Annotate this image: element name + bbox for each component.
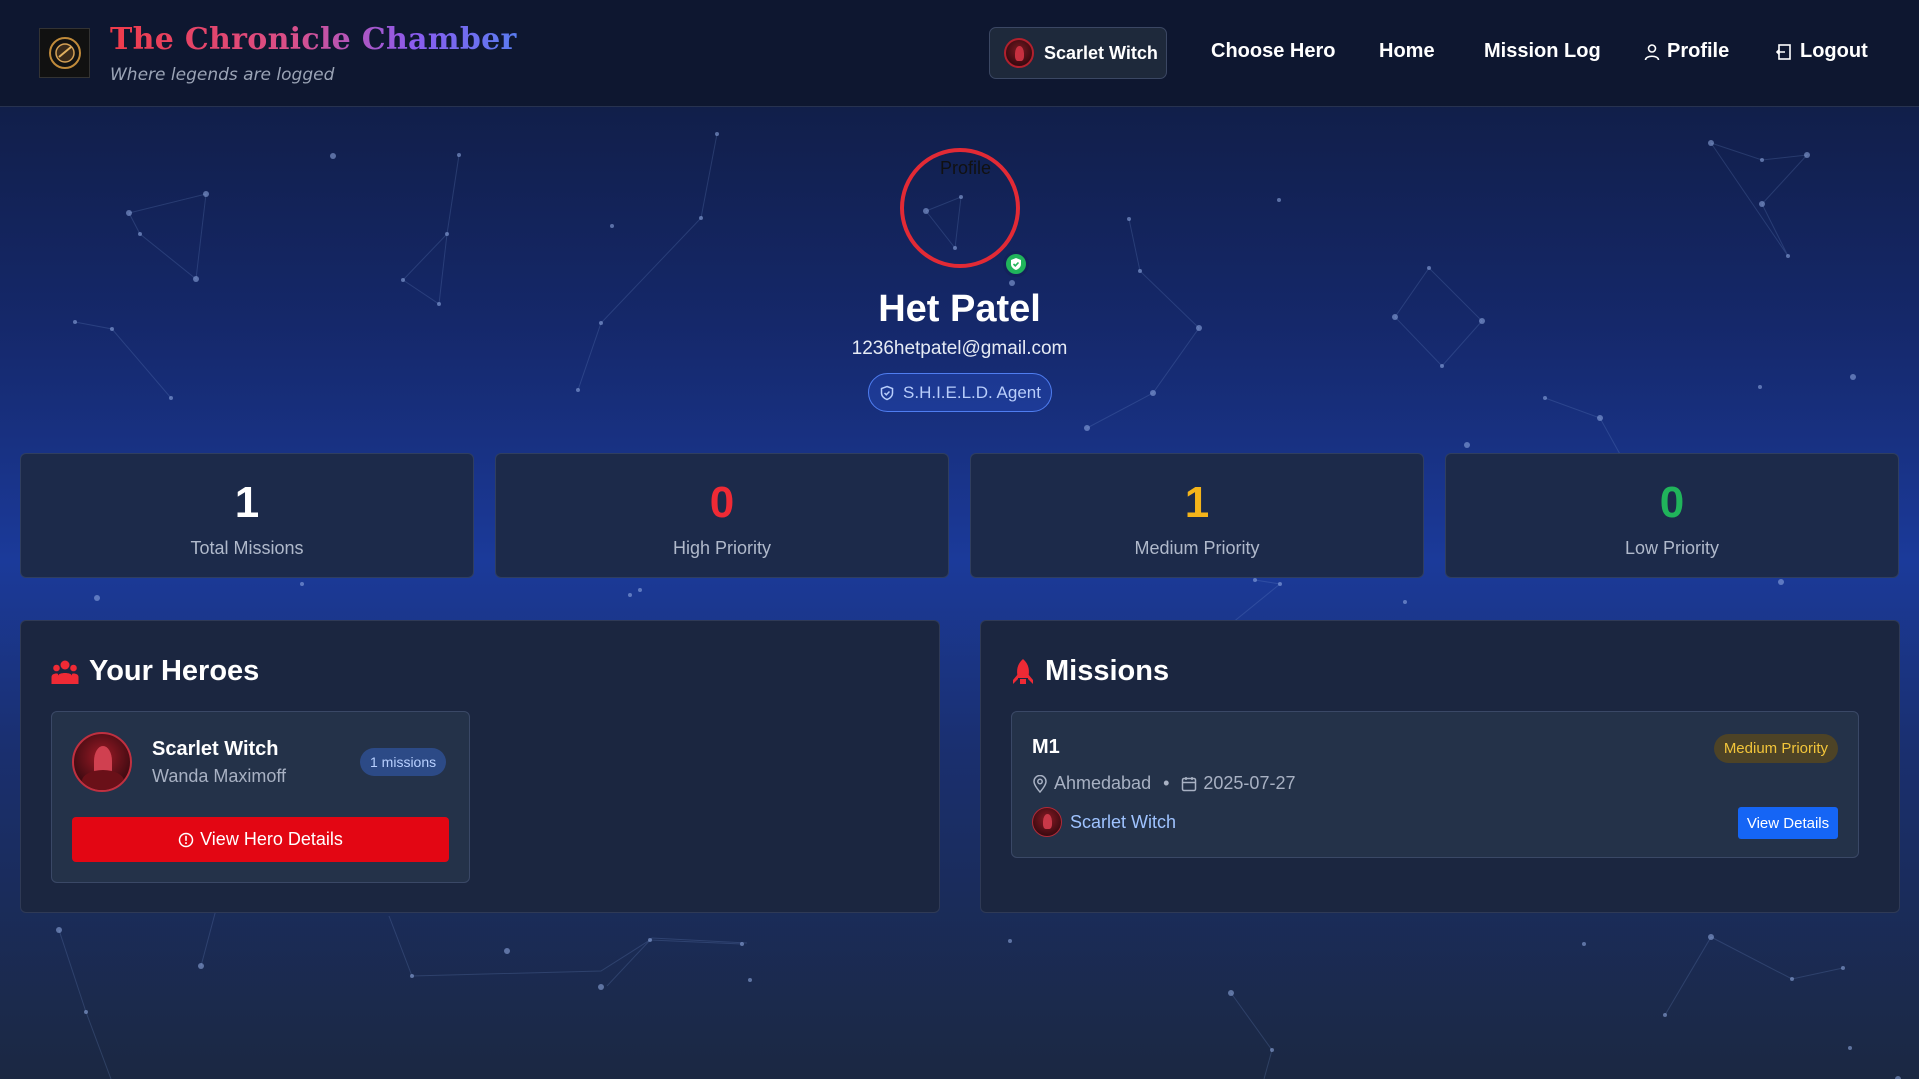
- nav-logout-label: Logout: [1800, 40, 1868, 62]
- active-hero-name: Scarlet Witch: [1044, 42, 1158, 63]
- stat-low-priority: 0 Low Priority: [1445, 453, 1899, 578]
- stat-label: High Priority: [672, 538, 772, 558]
- nav-home[interactable]: Home: [1379, 40, 1435, 63]
- active-hero-button[interactable]: Scarlet Witch: [989, 27, 1167, 79]
- top-navbar: The Chronicle Chamber Where legends are …: [0, 0, 1919, 107]
- mission-name: M1: [1032, 736, 1060, 758]
- priority-badge: Medium Priority: [1713, 734, 1838, 763]
- rocket-icon: [1013, 658, 1033, 684]
- brand-tagline: Where legends are logged: [110, 65, 335, 85]
- hero-card[interactable]: Scarlet Witch Wanda Maximoff 1 missions …: [51, 711, 470, 883]
- heroes-panel-title: Your Heroes: [51, 655, 259, 688]
- profile-name: Het Patel: [878, 288, 1041, 330]
- mission-date: 2025-07-27: [1203, 773, 1296, 793]
- stat-value: 0: [1659, 478, 1685, 527]
- stat-total-missions: 1 Total Missions: [20, 453, 474, 578]
- nav-choose-hero-label: Choose Hero: [1211, 40, 1336, 62]
- stat-label: Total Missions: [190, 538, 304, 558]
- logout-icon: [1776, 43, 1791, 60]
- heroes-panel: Your Heroes Scarlet Witch Wanda Maximoff…: [20, 620, 940, 913]
- brand-title[interactable]: The Chronicle Chamber: [110, 22, 517, 57]
- hero-missions-badge: 1 missions: [360, 748, 447, 776]
- hero-avatar: [1032, 807, 1062, 837]
- nav-profile[interactable]: Profile: [1643, 40, 1729, 63]
- stat-value: 1: [1184, 478, 1210, 527]
- heroes-panel-title-text: Your Heroes: [89, 655, 260, 687]
- stat-medium-priority: 1 Medium Priority: [970, 453, 1424, 578]
- emblem-icon: [48, 37, 81, 69]
- hero-avatar: [1004, 38, 1034, 68]
- meta-separator: •: [1163, 773, 1170, 793]
- nav-home-label: Home: [1379, 40, 1435, 62]
- hero-alias: Wanda Maximoff: [152, 766, 287, 786]
- stat-high-priority: 0 High Priority: [495, 453, 949, 578]
- users-icon: [51, 660, 79, 684]
- missions-panel: Missions M1 Medium Priority Ahmedabad • …: [980, 620, 1900, 913]
- profile-email: 1236hetpatel@gmail.com: [851, 338, 1068, 359]
- mission-hero[interactable]: Scarlet Witch: [1032, 807, 1176, 837]
- stat-label: Medium Priority: [1134, 538, 1260, 558]
- nav-logout[interactable]: Logout: [1776, 40, 1868, 63]
- mission-card[interactable]: M1 Medium Priority Ahmedabad • 2025-07-2…: [1011, 711, 1859, 858]
- user-icon: [1644, 43, 1660, 60]
- missions-panel-title: Missions: [1011, 655, 1169, 688]
- nav-choose-hero[interactable]: Choose Hero: [1211, 40, 1335, 63]
- verified-badge: [1003, 251, 1029, 277]
- profile-avatar-alt-text: Profile: [940, 158, 992, 178]
- nav-mission-log-label: Mission Log: [1484, 40, 1601, 62]
- nav-mission-log[interactable]: Mission Log: [1484, 40, 1601, 63]
- nav-profile-label: Profile: [1667, 40, 1730, 62]
- role-label: S.H.I.E.L.D. Agent: [903, 382, 1041, 402]
- hero-name: Scarlet Witch: [152, 738, 279, 760]
- calendar-icon: [1182, 776, 1197, 791]
- hero-avatar: [72, 732, 132, 792]
- stat-value: 0: [709, 478, 735, 527]
- stat-value: 1: [234, 478, 260, 527]
- brand-logo[interactable]: [39, 28, 90, 78]
- role-badge: S.H.I.E.L.D. Agent: [868, 373, 1052, 412]
- stat-label: Low Priority: [1624, 538, 1720, 558]
- map-pin-icon: [1033, 774, 1047, 793]
- missions-panel-title-text: Missions: [1045, 655, 1170, 687]
- mission-hero-name: Scarlet Witch: [1070, 811, 1177, 832]
- view-details-button[interactable]: View Details: [1738, 807, 1838, 839]
- view-hero-details-label: View Hero Details: [200, 829, 343, 849]
- view-hero-details-button[interactable]: View Hero Details: [72, 817, 449, 862]
- shield-check-icon: [1011, 258, 1021, 270]
- mission-meta: Ahmedabad • 2025-07-27: [1032, 773, 1295, 794]
- shield-icon: [880, 385, 894, 400]
- info-circle-icon: [178, 832, 194, 847]
- mission-location: Ahmedabad: [1054, 773, 1152, 793]
